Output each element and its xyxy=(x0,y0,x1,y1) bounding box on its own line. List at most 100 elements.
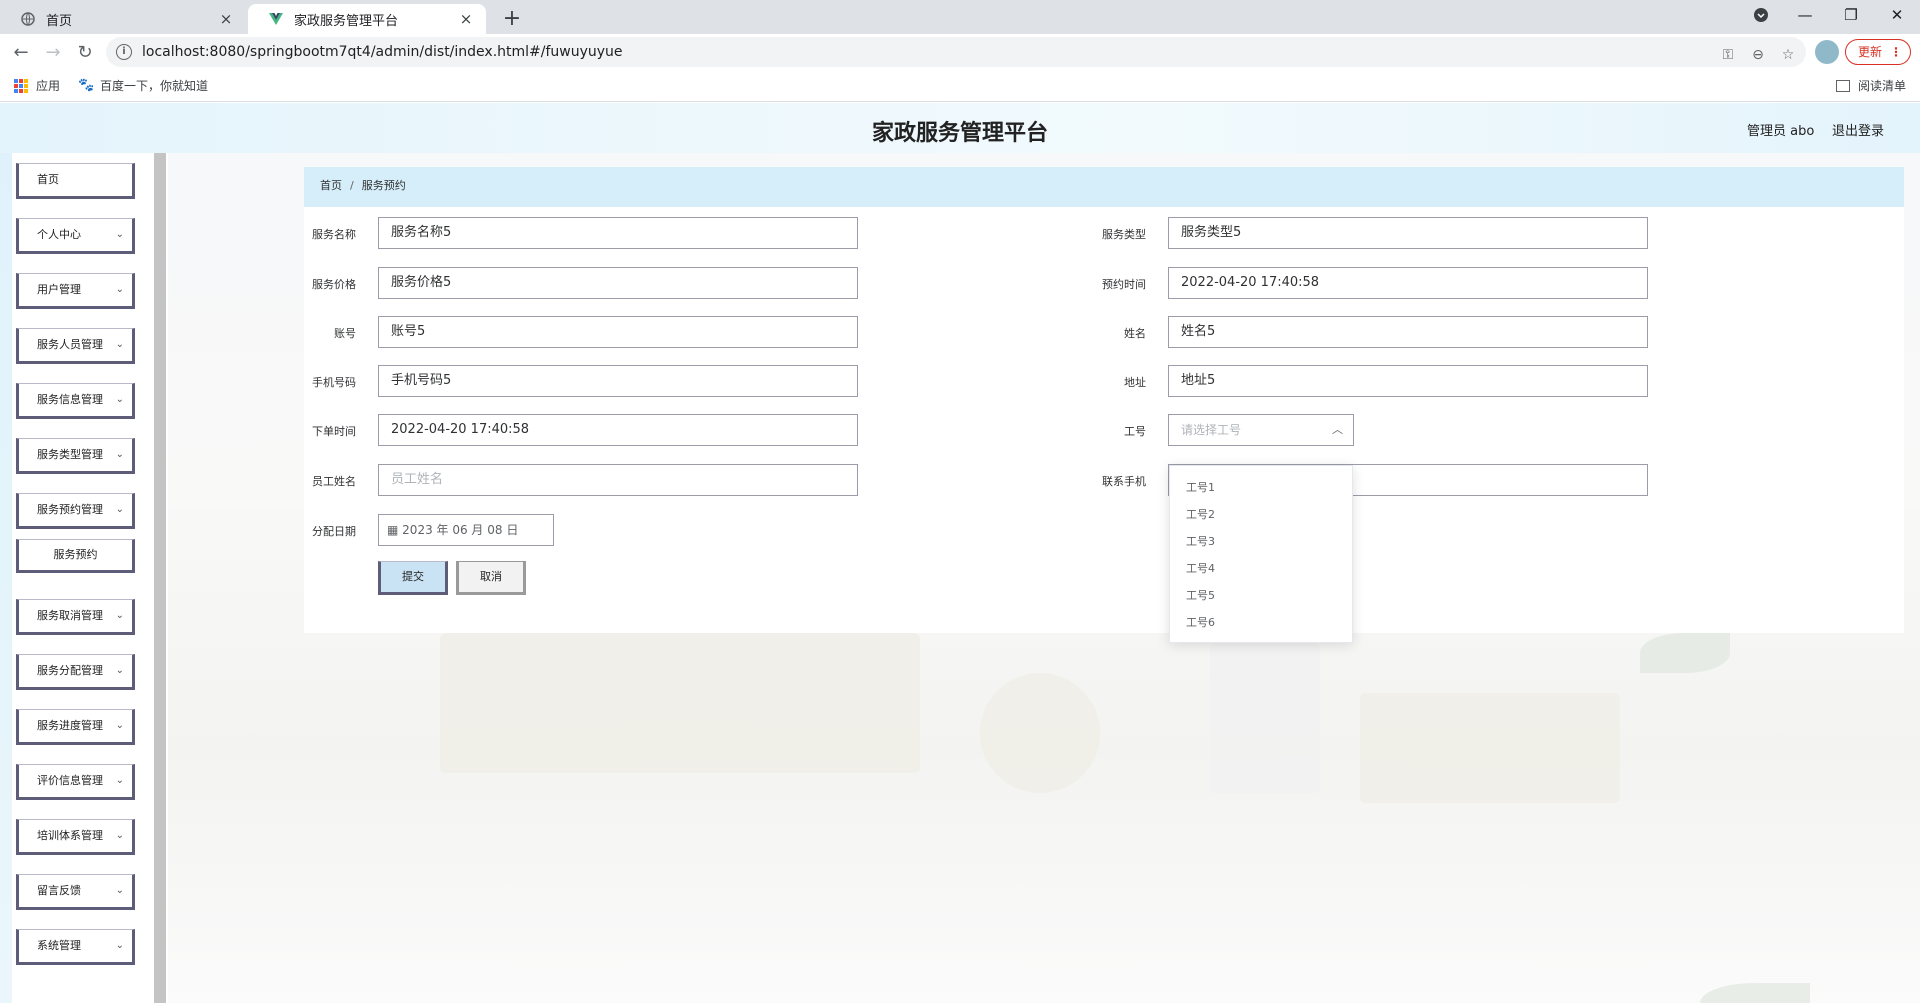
contact-phone-label: 联系手机 xyxy=(1102,475,1146,488)
sidebar-item-review-management[interactable]: 评价信息管理 ⌄ xyxy=(16,764,135,800)
sidebar-item-label: 服务人员管理 xyxy=(37,338,103,351)
service-price-field[interactable]: 服务价格5 xyxy=(378,267,858,299)
sidebar-item-training-management[interactable]: 培训体系管理 ⌄ xyxy=(16,819,135,855)
dropdown-option[interactable]: 工号4 xyxy=(1170,555,1352,582)
sidebar-item-service-info-management[interactable]: 服务信息管理 ⌄ xyxy=(16,383,135,419)
browser-tab-platform[interactable]: 家政服务管理平台 × xyxy=(248,4,486,34)
address-label: 地址 xyxy=(1124,376,1146,389)
sidebar-item-system-management[interactable]: 系统管理 ⌄ xyxy=(16,929,135,965)
tab-search-icon[interactable] xyxy=(1738,0,1784,30)
staff-no-select[interactable]: 请选择工号 ︿ xyxy=(1168,414,1354,446)
page: 家政服务管理平台 管理员 abo 退出登录 首页 个人中心 ⌄ 用户管理 ⌄ 服务人… xyxy=(0,103,1920,1003)
url-text: localhost:8080/springbootm7qt4/admin/dis… xyxy=(142,44,623,60)
assign-date-picker[interactable]: ▦ 2023 年 06 月 08 日 xyxy=(378,514,554,546)
address-bar[interactable]: i localhost:8080/springbootm7qt4/admin/d… xyxy=(106,37,1806,67)
window-close-icon[interactable]: ✕ xyxy=(1874,0,1920,30)
tab-title: 首页 xyxy=(46,13,73,29)
sidebar-item-staff-management[interactable]: 服务人员管理 ⌄ xyxy=(16,328,135,364)
sidebar-item-cancel-management[interactable]: 服务取消管理 ⌄ xyxy=(16,599,135,635)
restore-icon[interactable]: ❐ xyxy=(1828,0,1874,30)
service-name-field[interactable]: 服务名称5 xyxy=(378,217,858,249)
chevron-down-icon: ⌄ xyxy=(115,449,124,460)
sidebar-item-label: 服务分配管理 xyxy=(37,664,103,677)
dropdown-option[interactable]: 工号5 xyxy=(1170,582,1352,609)
bookmark-label: 应用 xyxy=(36,79,61,93)
service-name-label: 服务名称 xyxy=(312,228,356,241)
sidebar-scrollbar[interactable] xyxy=(154,153,166,1003)
minimize-icon[interactable]: — xyxy=(1782,0,1828,30)
new-tab-button[interactable]: + xyxy=(498,6,526,34)
service-type-label: 服务类型 xyxy=(1102,228,1146,241)
sidebar-item-label: 服务信息管理 xyxy=(37,393,103,406)
browser-tab-bar: 首页 × 家政服务管理平台 × + — ❐ ✕ xyxy=(0,0,1920,34)
baidu-paw-icon: 🐾 xyxy=(78,77,95,93)
app-title: 家政服务管理平台 xyxy=(871,121,1048,146)
bookmark-apps[interactable]: 应用 xyxy=(14,77,60,94)
sidebar: 首页 个人中心 ⌄ 用户管理 ⌄ 服务人员管理 ⌄ 服务信息管理 ⌄ 服务类型管理 ⌄ 服… xyxy=(0,153,168,1003)
close-icon[interactable]: × xyxy=(458,11,474,27)
reading-list[interactable]: 阅读清单 xyxy=(1836,77,1906,94)
appointment-time-field[interactable]: 2022-04-20 17:40:58 xyxy=(1168,267,1648,299)
dropdown-option[interactable]: 工号6 xyxy=(1170,609,1352,636)
sidebar-item-appointment-management[interactable]: 服务预约管理 ⌄ xyxy=(16,493,135,529)
sidebar-item-feedback[interactable]: 留言反馈 ⌄ xyxy=(16,874,135,910)
staff-no-dropdown: 工号1 工号2 工号3 工号4 工号5 工号6 xyxy=(1169,465,1353,643)
sidebar-item-personal-center[interactable]: 个人中心 ⌄ xyxy=(16,218,135,254)
close-icon[interactable]: × xyxy=(218,11,234,27)
name-label: 姓名 xyxy=(1124,327,1146,340)
chevron-down-icon: ⌄ xyxy=(115,665,124,676)
info-icon[interactable]: i xyxy=(116,44,132,60)
bookmark-label: 百度一下，你就知道 xyxy=(100,79,209,93)
appointment-time-label: 预约时间 xyxy=(1102,278,1146,291)
staff-name-field[interactable]: 员工姓名 xyxy=(378,464,858,496)
star-icon[interactable]: ☆ xyxy=(1776,43,1800,67)
chevron-up-icon: ⌄ xyxy=(115,504,124,515)
app-header: 家政服务管理平台 管理员 abo 退出登录 xyxy=(0,103,1920,153)
reload-icon[interactable]: ↻ xyxy=(72,40,98,66)
dropdown-option[interactable]: 工号3 xyxy=(1170,528,1352,555)
breadcrumb-current: 服务预约 xyxy=(361,179,406,192)
reading-list-icon xyxy=(1836,79,1850,92)
sidebar-decor-strip xyxy=(0,153,12,1003)
submit-button[interactable]: 提交 xyxy=(378,561,448,595)
cancel-button[interactable]: 取消 xyxy=(456,561,526,595)
sidebar-item-label: 服务类型管理 xyxy=(37,448,103,461)
chevron-down-icon: ⌄ xyxy=(115,720,124,731)
dropdown-option[interactable]: 工号1 xyxy=(1170,474,1352,501)
profile-avatar[interactable] xyxy=(1815,40,1839,64)
back-icon[interactable]: ← xyxy=(8,40,34,66)
browser-tab-home[interactable]: 首页 × xyxy=(0,4,246,34)
sidebar-item-label: 培训体系管理 xyxy=(37,829,103,842)
service-type-field[interactable]: 服务类型5 xyxy=(1168,217,1648,249)
dropdown-option[interactable]: 工号2 xyxy=(1170,501,1352,528)
name-field[interactable]: 姓名5 xyxy=(1168,316,1648,348)
zoom-icon[interactable]: ⊖ xyxy=(1746,43,1770,67)
calendar-icon: ▦ xyxy=(387,523,399,537)
logout-link[interactable]: 退出登录 xyxy=(1832,120,1884,139)
forward-icon[interactable]: → xyxy=(40,40,66,66)
sidebar-item-progress-management[interactable]: 服务进度管理 ⌄ xyxy=(16,709,135,745)
chevron-up-icon: ︿ xyxy=(1332,423,1343,436)
phone-field[interactable]: 手机号码5 xyxy=(378,365,858,397)
admin-user: 管理员 abo xyxy=(1747,124,1815,139)
sidebar-item-label: 留言反馈 xyxy=(37,884,81,897)
bookmark-baidu[interactable]: 🐾 百度一下，你就知道 xyxy=(78,77,208,94)
breadcrumb-home[interactable]: 首页 xyxy=(320,179,342,192)
update-button[interactable]: 更新 ⋮ xyxy=(1845,39,1911,65)
date-value: 2023 年 06 月 08 日 xyxy=(402,523,519,537)
reading-list-label: 阅读清单 xyxy=(1858,79,1907,93)
account-field[interactable]: 账号5 xyxy=(378,316,858,348)
update-label: 更新 xyxy=(1858,45,1883,59)
more-icon: ⋮ xyxy=(1890,45,1902,59)
sidebar-item-assignment-management[interactable]: 服务分配管理 ⌄ xyxy=(16,654,135,690)
apps-grid-icon xyxy=(14,78,28,93)
sidebar-item-service-type-management[interactable]: 服务类型管理 ⌄ xyxy=(16,438,135,474)
order-time-field[interactable]: 2022-04-20 17:40:58 xyxy=(378,414,858,446)
service-price-label: 服务价格 xyxy=(312,278,356,291)
address-field[interactable]: 地址5 xyxy=(1168,365,1648,397)
sidebar-subitem-appointment[interactable]: 服务预约 xyxy=(16,539,135,573)
sidebar-item-label: 个人中心 xyxy=(37,228,81,241)
sidebar-item-user-management[interactable]: 用户管理 ⌄ xyxy=(16,273,135,309)
key-icon[interactable]: ⚿ xyxy=(1716,43,1740,67)
sidebar-item-home[interactable]: 首页 xyxy=(16,163,135,199)
